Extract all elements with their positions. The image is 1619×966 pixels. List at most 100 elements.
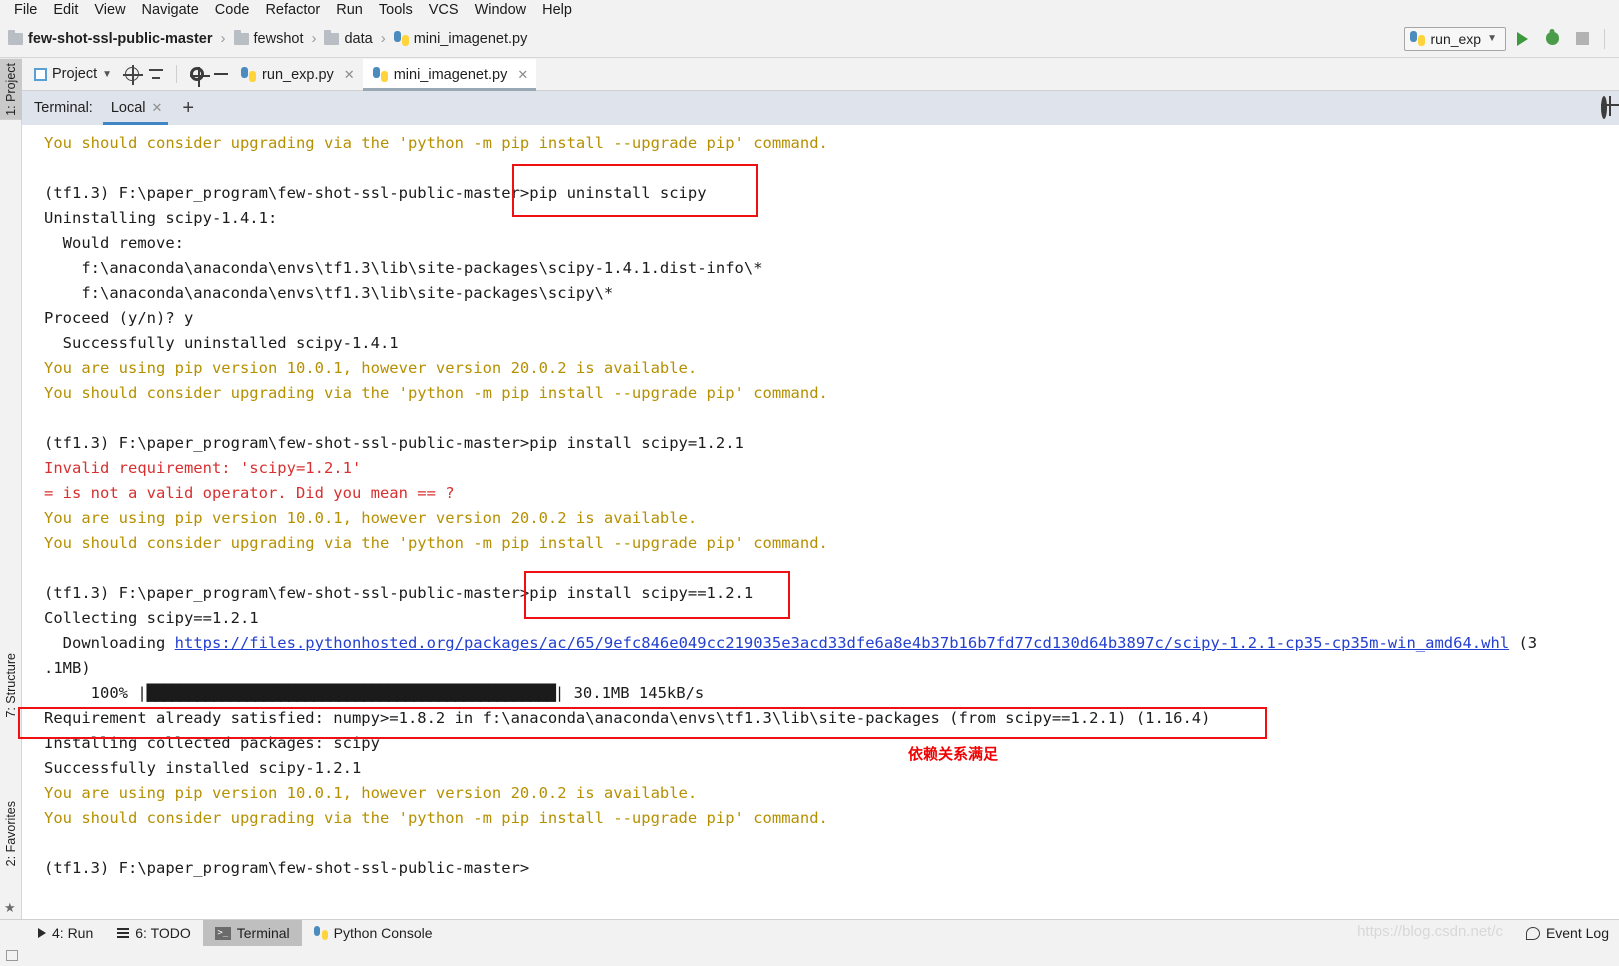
status-item-terminal[interactable]: >_ Terminal (202, 919, 302, 947)
collapse-all-icon (149, 67, 164, 81)
breadcrumb-item-data[interactable]: data (324, 29, 373, 47)
menu-item-code[interactable]: Code (207, 0, 258, 20)
breadcrumb-item-fewshot[interactable]: fewshot (233, 29, 304, 47)
menu-item-view[interactable]: View (86, 0, 133, 20)
window-icon (6, 950, 18, 961)
progress-bar: ████████████████████████████████████████… (146, 684, 556, 702)
collapse-all-button[interactable] (146, 63, 166, 85)
breadcrumb-item-project[interactable]: few-shot-ssl-public-master (8, 29, 213, 47)
download-url-link[interactable]: https://files.pythonhosted.org/packages/… (175, 634, 1509, 652)
breadcrumb: few-shot-ssl-public-master › fewshot › d… (0, 29, 527, 47)
sidebar-item-favorites[interactable]: 2: Favorites (0, 797, 22, 870)
menu-item-file[interactable]: File (6, 0, 45, 20)
terminal-line: You are using pip version 10.0.1, howeve… (44, 781, 1619, 806)
run-button[interactable] (1508, 26, 1536, 52)
status-item-label: Terminal (236, 925, 290, 941)
terminal-line: Successfully installed scipy-1.2.1 (44, 756, 1619, 781)
terminal-line: Downloading https://files.pythonhosted.o… (44, 631, 1619, 656)
menu-item-vcs[interactable]: VCS (421, 0, 467, 20)
chevron-down-icon: ▼ (102, 68, 113, 80)
event-log-label[interactable]: Event Log (1546, 925, 1609, 941)
run-configuration-selector[interactable]: run_exp ▼ (1403, 26, 1506, 51)
progress-percent: 100% | (44, 684, 147, 702)
terminal-line: You should consider upgrading via the 'p… (44, 531, 1619, 556)
menu-item-window[interactable]: Window (467, 0, 535, 20)
editor-tab-run-exp[interactable]: run_exp.py ✕ (231, 59, 363, 90)
terminal-text: Collecting scipy==1.2.1 (44, 609, 259, 627)
terminal-text: f:\anaconda\anaconda\envs\tf1.3\lib\site… (44, 259, 763, 277)
status-bar: 4: Run 6: TODO >_ Terminal Python Consol… (0, 919, 1619, 947)
run-icon (1516, 31, 1528, 46)
terminal-line: You should consider upgrading via the 'p… (44, 381, 1619, 406)
terminal-text: Uninstalling scipy-1.4.1: (44, 209, 278, 227)
rail-label: 1: Project (4, 63, 18, 116)
stop-button[interactable] (1568, 26, 1596, 52)
editor-tab-label: run_exp.py (262, 66, 334, 83)
menu-item-edit[interactable]: Edit (45, 0, 86, 20)
status-item-run[interactable]: 4: Run (26, 920, 105, 947)
editor-tab-mini-imagenet[interactable]: mini_imagenet.py ✕ (362, 59, 537, 91)
main-toolbar-right: run_exp ▼ (1403, 26, 1619, 52)
annotation-note-dependency: 依赖关系满足 (908, 745, 999, 763)
menu-item-navigate[interactable]: Navigate (134, 0, 207, 20)
terminal-line: Proceed (y/n)? y (44, 306, 1619, 331)
terminal-line: Uninstalling scipy-1.4.1: (44, 206, 1619, 231)
breadcrumb-label: fewshot (253, 30, 304, 47)
chevron-down-icon: ▼ (1487, 33, 1497, 44)
terminal-text: (tf1.3) F:\paper_program\few-shot-ssl-pu… (44, 859, 530, 877)
status-item-label: Python Console (333, 925, 433, 941)
python-file-icon (393, 31, 409, 46)
python-file-icon (241, 67, 257, 82)
close-icon[interactable]: ✕ (152, 100, 163, 116)
new-terminal-button[interactable]: + (170, 98, 206, 118)
sidebar-item-project[interactable]: 1: Project (0, 59, 22, 120)
python-icon (313, 926, 328, 940)
editor-tab-label: mini_imagenet.py (393, 66, 508, 83)
breadcrumb-separator: › (380, 30, 386, 47)
gear-icon (1601, 96, 1607, 119)
status-item-todo[interactable]: 6: TODO (105, 920, 203, 947)
terminal-text: = is not a valid operator. Did you mean … (44, 484, 455, 502)
terminal-line: You should consider upgrading via the 'p… (44, 131, 1619, 156)
hide-button[interactable] (211, 63, 231, 85)
terminal-line: (tf1.3) F:\paper_program\few-shot-ssl-pu… (44, 181, 1619, 206)
event-log-icon (1525, 926, 1540, 940)
close-icon[interactable]: ✕ (344, 67, 355, 83)
terminal-text: Successfully installed scipy-1.2.1 (44, 759, 362, 777)
locate-file-button[interactable] (122, 63, 144, 85)
terminal-settings-button[interactable] (1601, 96, 1619, 119)
menu-bar: File Edit View Navigate Code Refactor Ru… (0, 0, 1619, 20)
menu-item-run[interactable]: Run (328, 0, 371, 20)
terminal-output[interactable]: You should consider upgrading via the 'p… (22, 125, 1619, 919)
terminal-line: f:\anaconda\anaconda\envs\tf1.3\lib\site… (44, 256, 1619, 281)
debug-button[interactable] (1538, 26, 1566, 52)
hide-icon (214, 73, 229, 75)
folder-icon (324, 29, 340, 45)
python-file-icon (372, 67, 388, 82)
terminal-line: You are using pip version 10.0.1, howeve… (44, 506, 1619, 531)
rail-label: 2: Favorites (4, 801, 18, 867)
menu-item-tools[interactable]: Tools (371, 0, 421, 20)
settings-button[interactable] (187, 63, 210, 87)
project-tool-button[interactable]: Project ▼ (28, 62, 118, 86)
gear-icon (189, 66, 210, 87)
terminal-line: Collecting scipy==1.2.1 (44, 606, 1619, 631)
status-item-label: 4: Run (52, 925, 94, 941)
terminal-line: You should consider upgrading via the 'p… (44, 806, 1619, 831)
status-item-python-console[interactable]: Python Console (302, 920, 445, 947)
terminal-line: Requirement already satisfied: numpy>=1.… (44, 706, 1619, 731)
menu-item-refactor[interactable]: Refactor (257, 0, 328, 20)
breadcrumb-item-file[interactable]: mini_imagenet.py (393, 31, 527, 47)
sidebar-item-structure[interactable]: 7: Structure (0, 649, 22, 722)
terminal-text: (tf1.3) F:\paper_program\few-shot-ssl-pu… (44, 584, 754, 602)
terminal-header: Terminal: Local ✕ + (22, 91, 1619, 125)
terminal-line: Invalid requirement: 'scipy=1.2.1' (44, 456, 1619, 481)
terminal-tab-local[interactable]: Local ✕ (99, 91, 171, 125)
menu-item-help[interactable]: Help (534, 0, 580, 20)
left-tool-rail: 1: Project 7: Structure 2: Favorites ★ (0, 59, 22, 919)
terminal-text: (tf1.3) F:\paper_program\few-shot-ssl-pu… (44, 434, 744, 452)
terminal-line: (tf1.3) F:\paper_program\few-shot-ssl-pu… (44, 431, 1619, 456)
close-icon[interactable]: ✕ (517, 67, 528, 83)
